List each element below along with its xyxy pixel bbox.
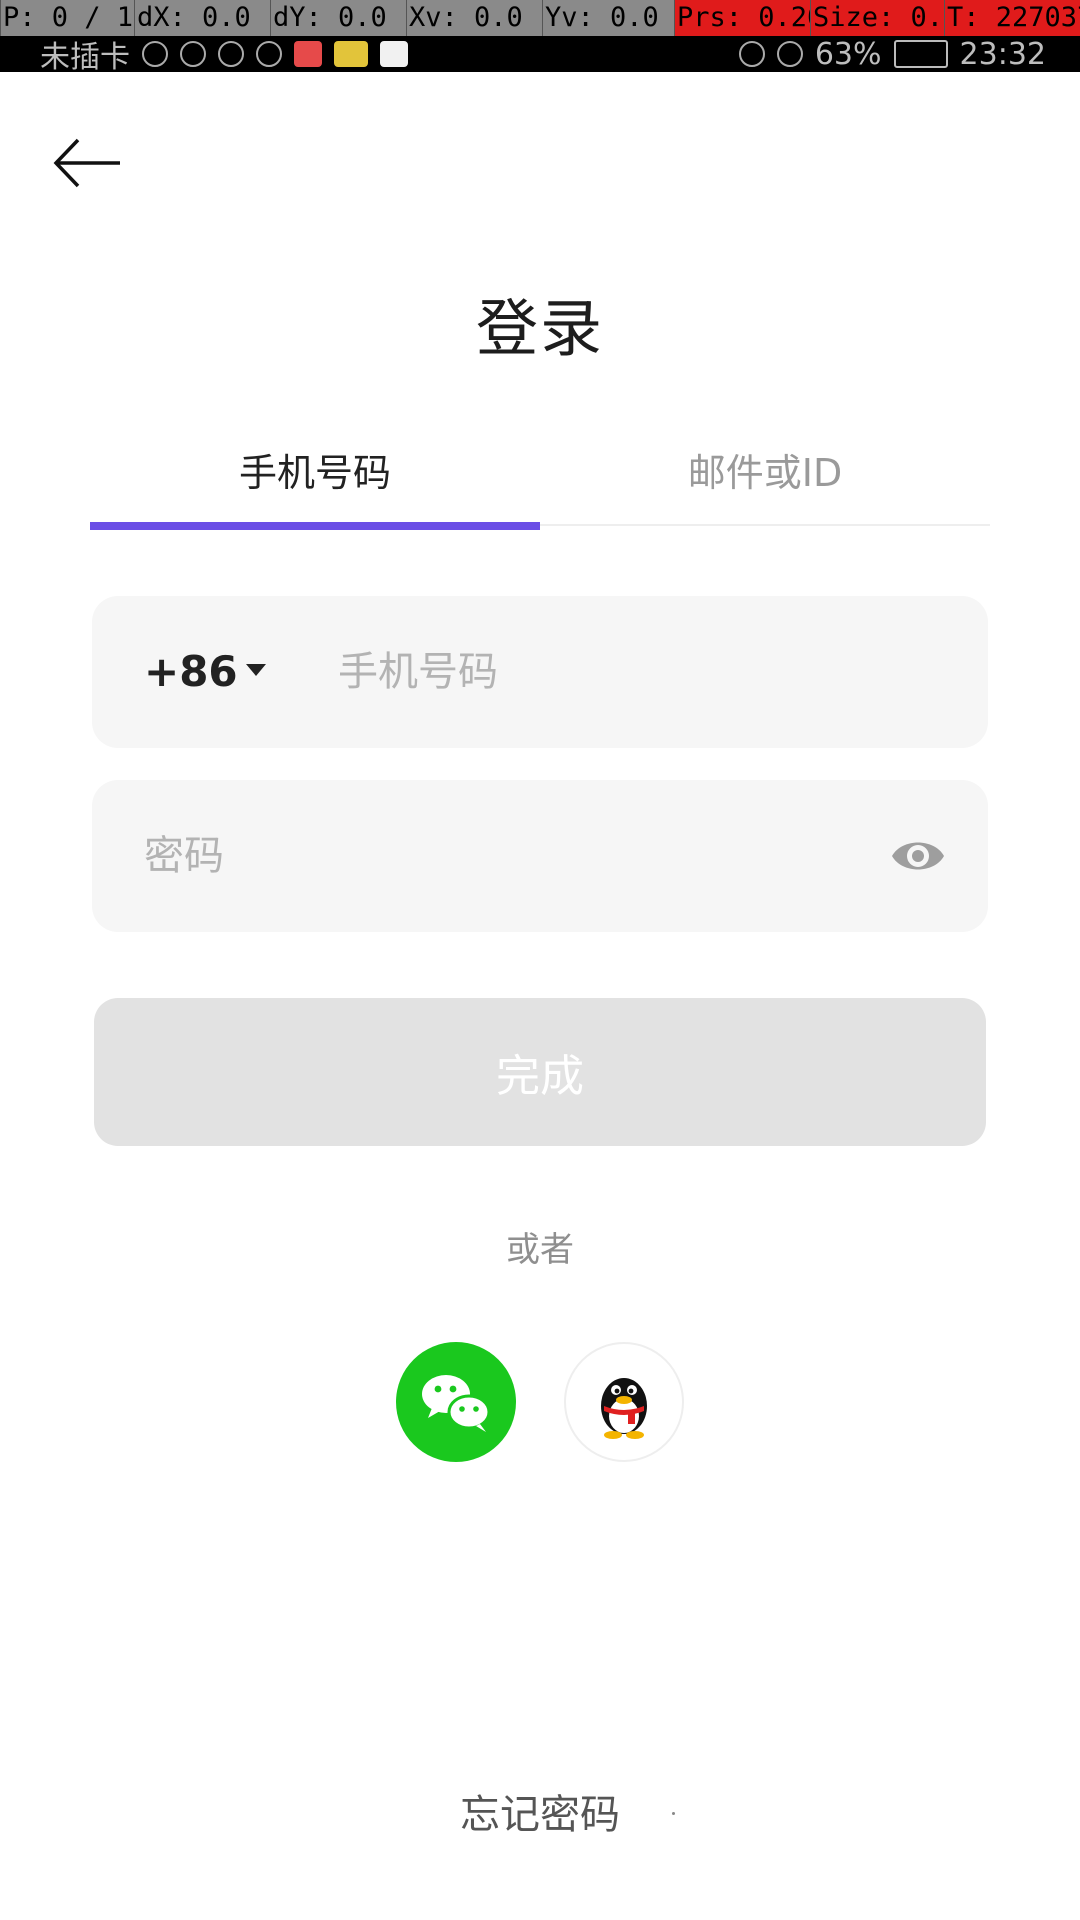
tab-active-indicator bbox=[90, 522, 540, 530]
battery-percent: 63% bbox=[814, 36, 882, 72]
password-input[interactable] bbox=[144, 780, 864, 932]
submit-button[interactable]: 完成 bbox=[94, 998, 986, 1146]
overlay-yv: Yv: 0.0 bbox=[542, 0, 675, 36]
show-password-toggle[interactable] bbox=[890, 830, 946, 882]
page-title: 登录 bbox=[475, 292, 604, 365]
carrier-text: 未插卡 bbox=[40, 40, 130, 75]
wechat-login-button[interactable] bbox=[396, 1342, 516, 1462]
wechat-icon bbox=[422, 1375, 491, 1432]
tab-email-or-id[interactable]: 邮件或ID bbox=[540, 440, 990, 532]
pointer-location-overlay: P: 0 / 1 dX: 0.0 dY: 0.0 Xv: 0.0 Yv: 0.0… bbox=[0, 0, 1080, 36]
keyboard-notification-icon bbox=[334, 41, 368, 67]
mute-icon bbox=[776, 41, 803, 67]
overlay-dx: dX: 0.0 bbox=[134, 0, 271, 36]
password-field bbox=[92, 780, 988, 932]
status-bar-right: 63% 23:32 bbox=[738, 36, 1046, 72]
overlay-pressure: Prs: 0.20 bbox=[674, 0, 811, 36]
usb-icon bbox=[218, 41, 244, 67]
alarm-icon bbox=[256, 41, 282, 67]
touch-point-marker bbox=[672, 1812, 675, 1815]
overlay-touch-major: T: 227037 bbox=[944, 0, 1080, 36]
chevron-down-icon bbox=[246, 664, 266, 676]
forgot-password-link[interactable]: 忘记密码 bbox=[0, 1782, 1080, 1840]
tab-phone-number[interactable]: 手机号码 bbox=[90, 440, 540, 532]
battery-icon bbox=[893, 40, 948, 68]
qq-login-button[interactable] bbox=[564, 1342, 684, 1462]
login-method-tabs: 手机号码 邮件或ID bbox=[90, 440, 990, 532]
phone-field: +86 bbox=[92, 596, 988, 748]
eye-icon bbox=[892, 842, 944, 870]
back-button[interactable] bbox=[52, 136, 124, 190]
app-notification-icon bbox=[294, 41, 322, 67]
qq-icon bbox=[601, 1378, 647, 1439]
overlay-size: Size: 0.40 bbox=[810, 0, 945, 36]
arrow-left-icon bbox=[53, 138, 120, 188]
clock: 23:32 bbox=[959, 36, 1046, 72]
wifi-icon bbox=[180, 41, 206, 67]
country-code-label: +86 bbox=[144, 647, 238, 696]
phone-input[interactable] bbox=[338, 596, 938, 748]
overlay-dy: dY: 0.0 bbox=[270, 0, 407, 36]
overlay-pointer-count: P: 0 / 1 bbox=[0, 0, 135, 36]
message-notification-icon bbox=[380, 41, 408, 67]
country-code-selector[interactable]: +86 bbox=[144, 596, 238, 748]
or-divider-text: 或者 bbox=[506, 1230, 574, 1270]
eye-comfort-icon bbox=[738, 41, 765, 67]
overlay-xv: Xv: 0.0 bbox=[406, 0, 543, 36]
sim-icon bbox=[142, 41, 168, 67]
status-bar-left: 未插卡 bbox=[40, 36, 408, 75]
